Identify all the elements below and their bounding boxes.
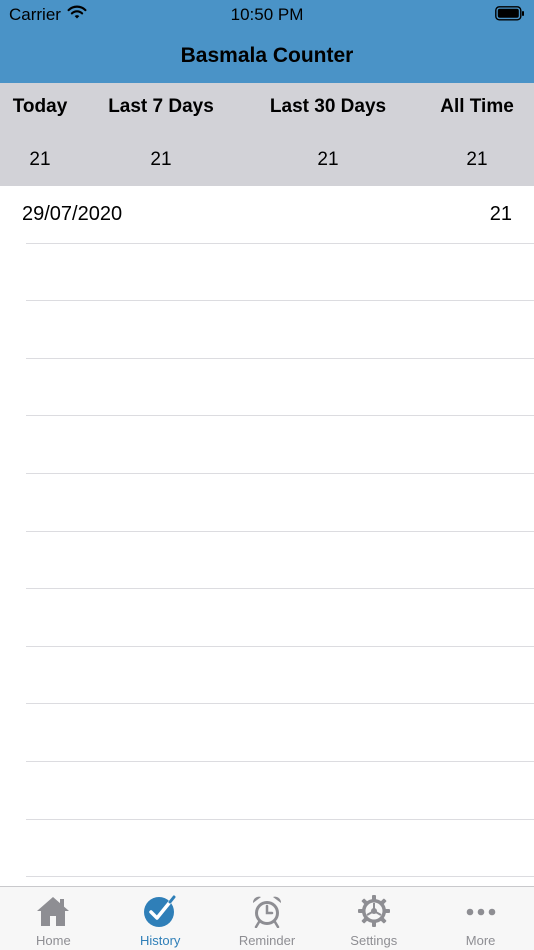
page-title: Basmala Counter — [180, 43, 354, 67]
summary-all-time-label: All Time — [440, 96, 514, 117]
tab-history[interactable]: History — [107, 887, 214, 950]
navigation-bar: Basmala Counter — [0, 28, 534, 83]
history-row-date: 29/07/2020 — [22, 203, 123, 225]
tab-history-label: History — [139, 933, 181, 948]
tab-settings[interactable]: Settings — [320, 887, 427, 950]
tab-more-label: More — [465, 933, 496, 948]
more-dots-icon — [464, 894, 498, 928]
empty-row — [0, 647, 534, 705]
tab-reminder-label: Reminder — [238, 933, 296, 948]
tab-bar: Home History Reminder Settings More — [0, 886, 534, 950]
summary-last-30-days-label: Last 30 Days — [269, 96, 387, 117]
empty-row — [0, 474, 534, 532]
summary-last-30-days-value: 21 — [317, 149, 339, 170]
summary-last-7-days: Last 7 Days 21 — [96, 83, 226, 186]
summary-panel: Today 21 Last 7 Days 21 Last 30 Days 21 … — [0, 83, 534, 186]
alarm-clock-icon — [250, 894, 284, 928]
empty-row — [0, 877, 534, 886]
status-time: 10:50 PM — [230, 5, 304, 24]
summary-all-time-value: 21 — [466, 149, 488, 170]
tab-home-label: Home — [36, 933, 71, 948]
summary-today: Today 21 — [0, 83, 80, 186]
empty-row — [0, 820, 534, 878]
checkmark-circle-icon — [143, 894, 177, 928]
home-icon — [36, 894, 70, 928]
summary-last-30-days: Last 30 Days 21 — [253, 83, 403, 186]
empty-row — [0, 359, 534, 417]
summary-last-7-days-value: 21 — [150, 149, 172, 170]
empty-row — [0, 704, 534, 762]
summary-today-value: 21 — [29, 149, 51, 170]
empty-row — [0, 244, 534, 302]
empty-row — [0, 532, 534, 590]
history-list[interactable]: 29/07/2020 21 — [0, 186, 534, 886]
status-bar: Carrier 10:50 PM — [0, 0, 534, 28]
empty-row — [0, 762, 534, 820]
empty-row — [0, 301, 534, 359]
empty-row — [0, 589, 534, 647]
tab-more[interactable]: More — [427, 887, 534, 950]
tab-reminder[interactable]: Reminder — [214, 887, 321, 950]
tab-home[interactable]: Home — [0, 887, 107, 950]
summary-last-7-days-label: Last 7 Days — [108, 96, 214, 117]
summary-today-label: Today — [12, 96, 68, 117]
gear-icon — [357, 894, 391, 928]
history-row[interactable]: 29/07/2020 21 — [0, 186, 534, 244]
history-row-count: 21 — [489, 203, 512, 225]
empty-row — [0, 416, 534, 474]
summary-all-time: All Time 21 — [427, 83, 527, 186]
battery-icon — [495, 6, 525, 26]
tab-settings-label: Settings — [350, 933, 398, 948]
